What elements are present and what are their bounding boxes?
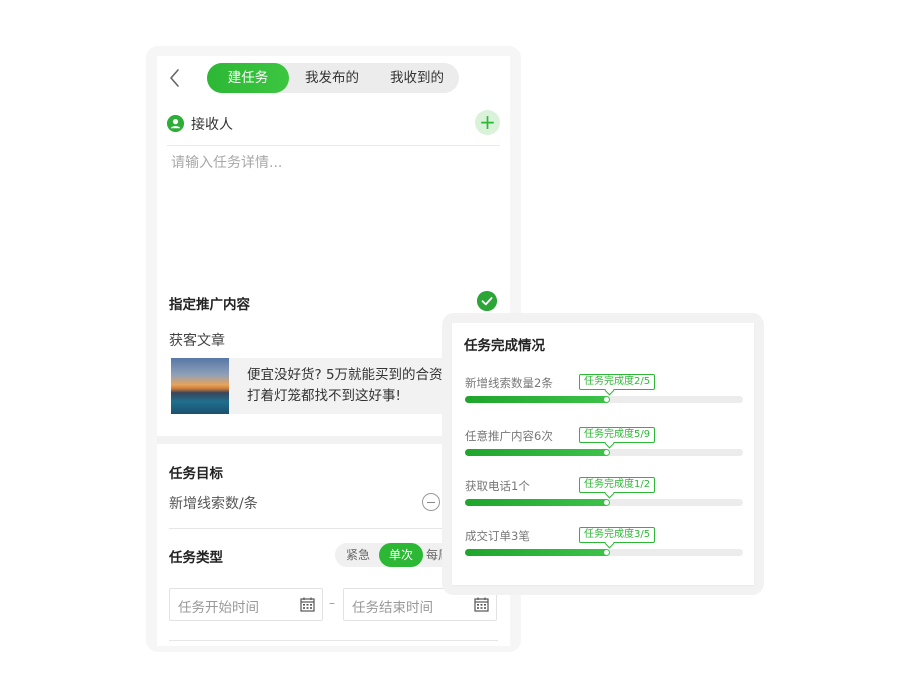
progress-knob	[604, 397, 609, 402]
start-time-placeholder: 任务开始时间	[178, 600, 259, 616]
type-urgent[interactable]: 紧急	[335, 543, 381, 567]
progress-fill	[465, 449, 610, 456]
article-category-label: 获客文章	[169, 333, 225, 349]
task-completion-card: 任务完成情况 新增线索数量2条 任务完成度2/5 任意推广内容6次 任务完成度5…	[452, 323, 754, 585]
add-receiver-button[interactable]: +	[475, 110, 500, 135]
task-progress-item: 成交订单3笔 任务完成度3/5	[465, 527, 745, 568]
task-progress-item: 获取电话1个 任务完成度1/2	[465, 477, 745, 518]
progress-fill	[465, 549, 610, 556]
completion-title: 任务完成情况	[464, 338, 545, 354]
task-label: 任意推广内容6次	[465, 429, 553, 443]
progress-track	[465, 549, 743, 556]
stage: 建任务 我发布的 我收到的 接收人 + 指定推广内容 获客文章	[0, 0, 900, 700]
task-progress-badge: 任务完成度5/9	[579, 427, 656, 443]
tab-create-task[interactable]: 建任务	[207, 63, 289, 93]
receiver-label: 接收人	[191, 117, 233, 133]
calendar-icon	[474, 597, 489, 612]
tab-published[interactable]: 我发布的	[289, 63, 375, 93]
type-once[interactable]: 单次	[379, 543, 423, 567]
task-progress-item: 任意推广内容6次 任务完成度5/9	[465, 427, 745, 468]
progress-knob	[604, 500, 609, 505]
task-label: 成交订单3笔	[465, 529, 530, 543]
task-label: 获取电话1个	[465, 479, 530, 493]
task-progress-badge: 任务完成度2/5	[579, 374, 656, 390]
user-icon	[167, 115, 184, 132]
progress-track	[465, 449, 743, 456]
receiver-row[interactable]: 接收人 +	[167, 110, 500, 146]
divider	[169, 640, 498, 641]
plus-icon: +	[479, 110, 496, 134]
task-goal-title: 任务目标	[169, 466, 223, 482]
task-type-title: 任务类型	[169, 550, 223, 566]
task-goal-metric: 新增线索数/条	[169, 496, 258, 512]
promo-content-title: 指定推广内容	[169, 297, 250, 313]
minus-icon[interactable]	[422, 493, 440, 511]
task-tab-switcher: 建任务 我发布的 我收到的	[207, 63, 459, 93]
task-progress-badge: 任务完成度3/5	[579, 527, 656, 543]
check-icon[interactable]	[477, 291, 497, 311]
task-progress-badge: 任务完成度1/2	[579, 477, 656, 493]
back-arrow-icon[interactable]	[165, 66, 185, 90]
task-detail-input[interactable]	[171, 152, 491, 272]
article-thumbnail	[171, 358, 229, 414]
calendar-icon	[300, 597, 315, 612]
date-separator: –	[329, 596, 335, 610]
start-time-field[interactable]: 任务开始时间	[169, 588, 323, 621]
task-progress-item: 新增线索数量2条 任务完成度2/5	[465, 374, 745, 415]
progress-track	[465, 499, 743, 506]
progress-knob	[604, 550, 609, 555]
progress-knob	[604, 450, 609, 455]
progress-track	[465, 396, 743, 403]
end-time-placeholder: 任务结束时间	[352, 600, 433, 616]
progress-fill	[465, 499, 610, 506]
top-bar: 建任务 我发布的 我收到的	[157, 56, 510, 100]
progress-fill	[465, 396, 610, 403]
task-label: 新增线索数量2条	[465, 376, 553, 390]
tab-received[interactable]: 我收到的	[375, 63, 459, 93]
